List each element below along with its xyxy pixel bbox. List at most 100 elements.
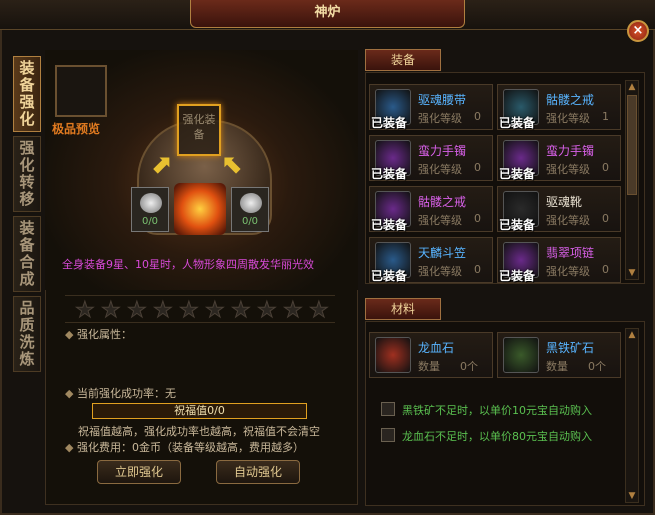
item-level-value: 0 [602, 161, 609, 174]
material-qty-label: 数量 [418, 360, 440, 373]
item-name: 翡翠项链 [546, 246, 595, 260]
success-rate: ◆ 当前强化成功率：无 [65, 387, 176, 400]
window-title: 神炉 [190, 0, 465, 28]
material-item[interactable]: 龙血石数量 0个 [369, 332, 493, 378]
item-level-label: 强化等级 [418, 265, 462, 278]
equipment-scrollbar[interactable]: ▲ ▼ [625, 80, 639, 280]
item-level-label: 强化等级 [546, 112, 590, 125]
stone-slot-left[interactable]: 0/0 [131, 187, 169, 232]
item-level-value: 0 [474, 212, 481, 225]
stone-icon [240, 193, 262, 213]
star-rating: ★ ★ ★ ★ ★ ★ ★ ★ ★ ★ [65, 295, 335, 324]
premium-preview-slot[interactable] [55, 65, 107, 117]
material-qty-value: 0个 [588, 360, 606, 373]
blessing-label: 祝福值0/0 [174, 404, 225, 417]
item-level-label: 强化等级 [418, 214, 462, 227]
tab-equip-strengthen[interactable]: 装备强化 [13, 56, 41, 132]
star-icon: ★ [205, 298, 226, 324]
item-level-value: 0 [474, 110, 481, 123]
star-icon: ★ [153, 298, 174, 324]
auto-strengthen-button[interactable]: 自动强化 [216, 460, 300, 484]
item-level-label: 强化等级 [418, 112, 462, 125]
item-level-label: 强化等级 [546, 163, 590, 176]
material-qty-label: 数量 [546, 360, 568, 373]
bloodstone-icon [375, 337, 411, 373]
materials-scrollbar[interactable]: ▲ ▼ [625, 328, 639, 503]
scroll-thumb[interactable] [627, 95, 637, 195]
arrow-up-left-icon: ⬉ [222, 150, 244, 180]
equipped-badge: 已装备 [371, 218, 408, 232]
item-name: 蛮力手镯 [418, 144, 467, 158]
item-name: 驱魂靴 [546, 195, 583, 209]
auto-buy-iron-label: 黑铁矿不足时，以单价10元宝自动购入 [402, 404, 592, 417]
furnace-fire-icon [174, 183, 226, 235]
star-effect-description: 全身装备9星、10星时，人物形象四周散发华丽光效 [62, 258, 314, 271]
equipped-badge: 已装备 [371, 116, 408, 130]
item-level-label: 强化等级 [418, 163, 462, 176]
item-level-label: 强化等级 [546, 214, 590, 227]
equipment-item[interactable]: 已装备 骷髅之戒强化等级 1 [497, 84, 621, 130]
tab-quality-refine[interactable]: 品质洗炼 [13, 296, 41, 372]
item-level-label: 强化等级 [546, 265, 590, 278]
strengthen-cost: ◆ 强化费用：0金币（装备等级越高，费用越多） [65, 441, 304, 454]
tab-strengthen-transfer[interactable]: 强化转移 [13, 136, 41, 212]
scroll-up-icon[interactable]: ▲ [626, 81, 638, 93]
arrow-up-right-icon: ⬈ [150, 150, 172, 180]
star-icon: ★ [309, 298, 330, 324]
auto-buy-blood-checkbox[interactable] [381, 428, 395, 442]
equipped-badge: 已装备 [499, 218, 536, 232]
auto-buy-iron-checkbox[interactable] [381, 402, 395, 416]
strengthen-now-button[interactable]: 立即强化 [97, 460, 181, 484]
item-level-value: 0 [474, 161, 481, 174]
stone-icon [140, 193, 162, 213]
star-icon: ★ [179, 298, 200, 324]
premium-preview-label: 极品预览 [52, 122, 101, 136]
equipped-badge: 已装备 [499, 269, 536, 283]
scroll-down-icon[interactable]: ▼ [626, 267, 638, 279]
equipment-item[interactable]: 已装备 蛮力手镯强化等级 0 [369, 135, 493, 181]
equipment-item[interactable]: 已装备 驱魂靴强化等级 0 [497, 186, 621, 232]
item-name: 天麟斗笠 [418, 246, 467, 260]
equipment-item[interactable]: 已装备 天麟斗笠强化等级 0 [369, 237, 493, 283]
equipment-item[interactable]: 已装备 骷髅之戒 强化等级 0 [369, 186, 493, 232]
auto-buy-blood-label: 龙血石不足时，以单价80元宝自动购入 [402, 430, 592, 443]
strengthen-equip-slot[interactable]: 强化装备 [177, 104, 221, 156]
stone-right-count: 0/0 [241, 216, 259, 227]
close-button[interactable]: × [627, 20, 649, 42]
equipped-badge: 已装备 [499, 167, 536, 181]
item-level-value: 0 [602, 212, 609, 225]
iron-ore-icon [503, 337, 539, 373]
star-icon: ★ [127, 298, 148, 324]
scroll-up-icon[interactable]: ▲ [626, 329, 638, 341]
item-level-value: 0 [474, 263, 481, 276]
item-name: 驱魂腰带 [418, 93, 467, 107]
attr-label: ◆ 强化属性： [65, 328, 132, 341]
star-icon: ★ [75, 298, 96, 324]
item-level-value: 1 [602, 110, 609, 123]
item-name: 骷髅之戒 [546, 93, 595, 107]
star-icon: ★ [283, 298, 304, 324]
material-name: 黑铁矿石 [546, 341, 595, 355]
material-name: 龙血石 [418, 341, 455, 355]
tab-equip-synthesis[interactable]: 装备合成 [13, 216, 41, 292]
equipment-item[interactable]: 已装备 驱魂腰带强化等级 0 [369, 84, 493, 130]
star-icon: ★ [231, 298, 252, 324]
star-icon: ★ [257, 298, 278, 324]
blessing-bar: 祝福值0/0 [92, 403, 307, 419]
material-qty-value: 0个 [460, 360, 478, 373]
equipped-badge: 已装备 [499, 116, 536, 130]
equipment-item[interactable]: 已装备 蛮力手镯强化等级 0 [497, 135, 621, 181]
scroll-down-icon[interactable]: ▼ [626, 490, 638, 502]
tab-equipment[interactable]: 装备 [365, 49, 441, 71]
material-item[interactable]: 黑铁矿石数量 0个 [497, 332, 621, 378]
star-icon: ★ [101, 298, 122, 324]
item-level-value: 0 [602, 263, 609, 276]
blessing-note: 祝福值越高，强化成功率也越高，祝福值不会清空 [78, 425, 320, 438]
equipment-item[interactable]: 已装备 翡翠项链强化等级 0 [497, 237, 621, 283]
tab-materials[interactable]: 材料 [365, 298, 441, 320]
equipped-badge: 已装备 [371, 269, 408, 283]
stone-left-count: 0/0 [141, 216, 159, 227]
item-name: 蛮力手镯 [546, 144, 595, 158]
stone-slot-right[interactable]: 0/0 [231, 187, 269, 232]
equipped-badge: 已装备 [371, 167, 408, 181]
